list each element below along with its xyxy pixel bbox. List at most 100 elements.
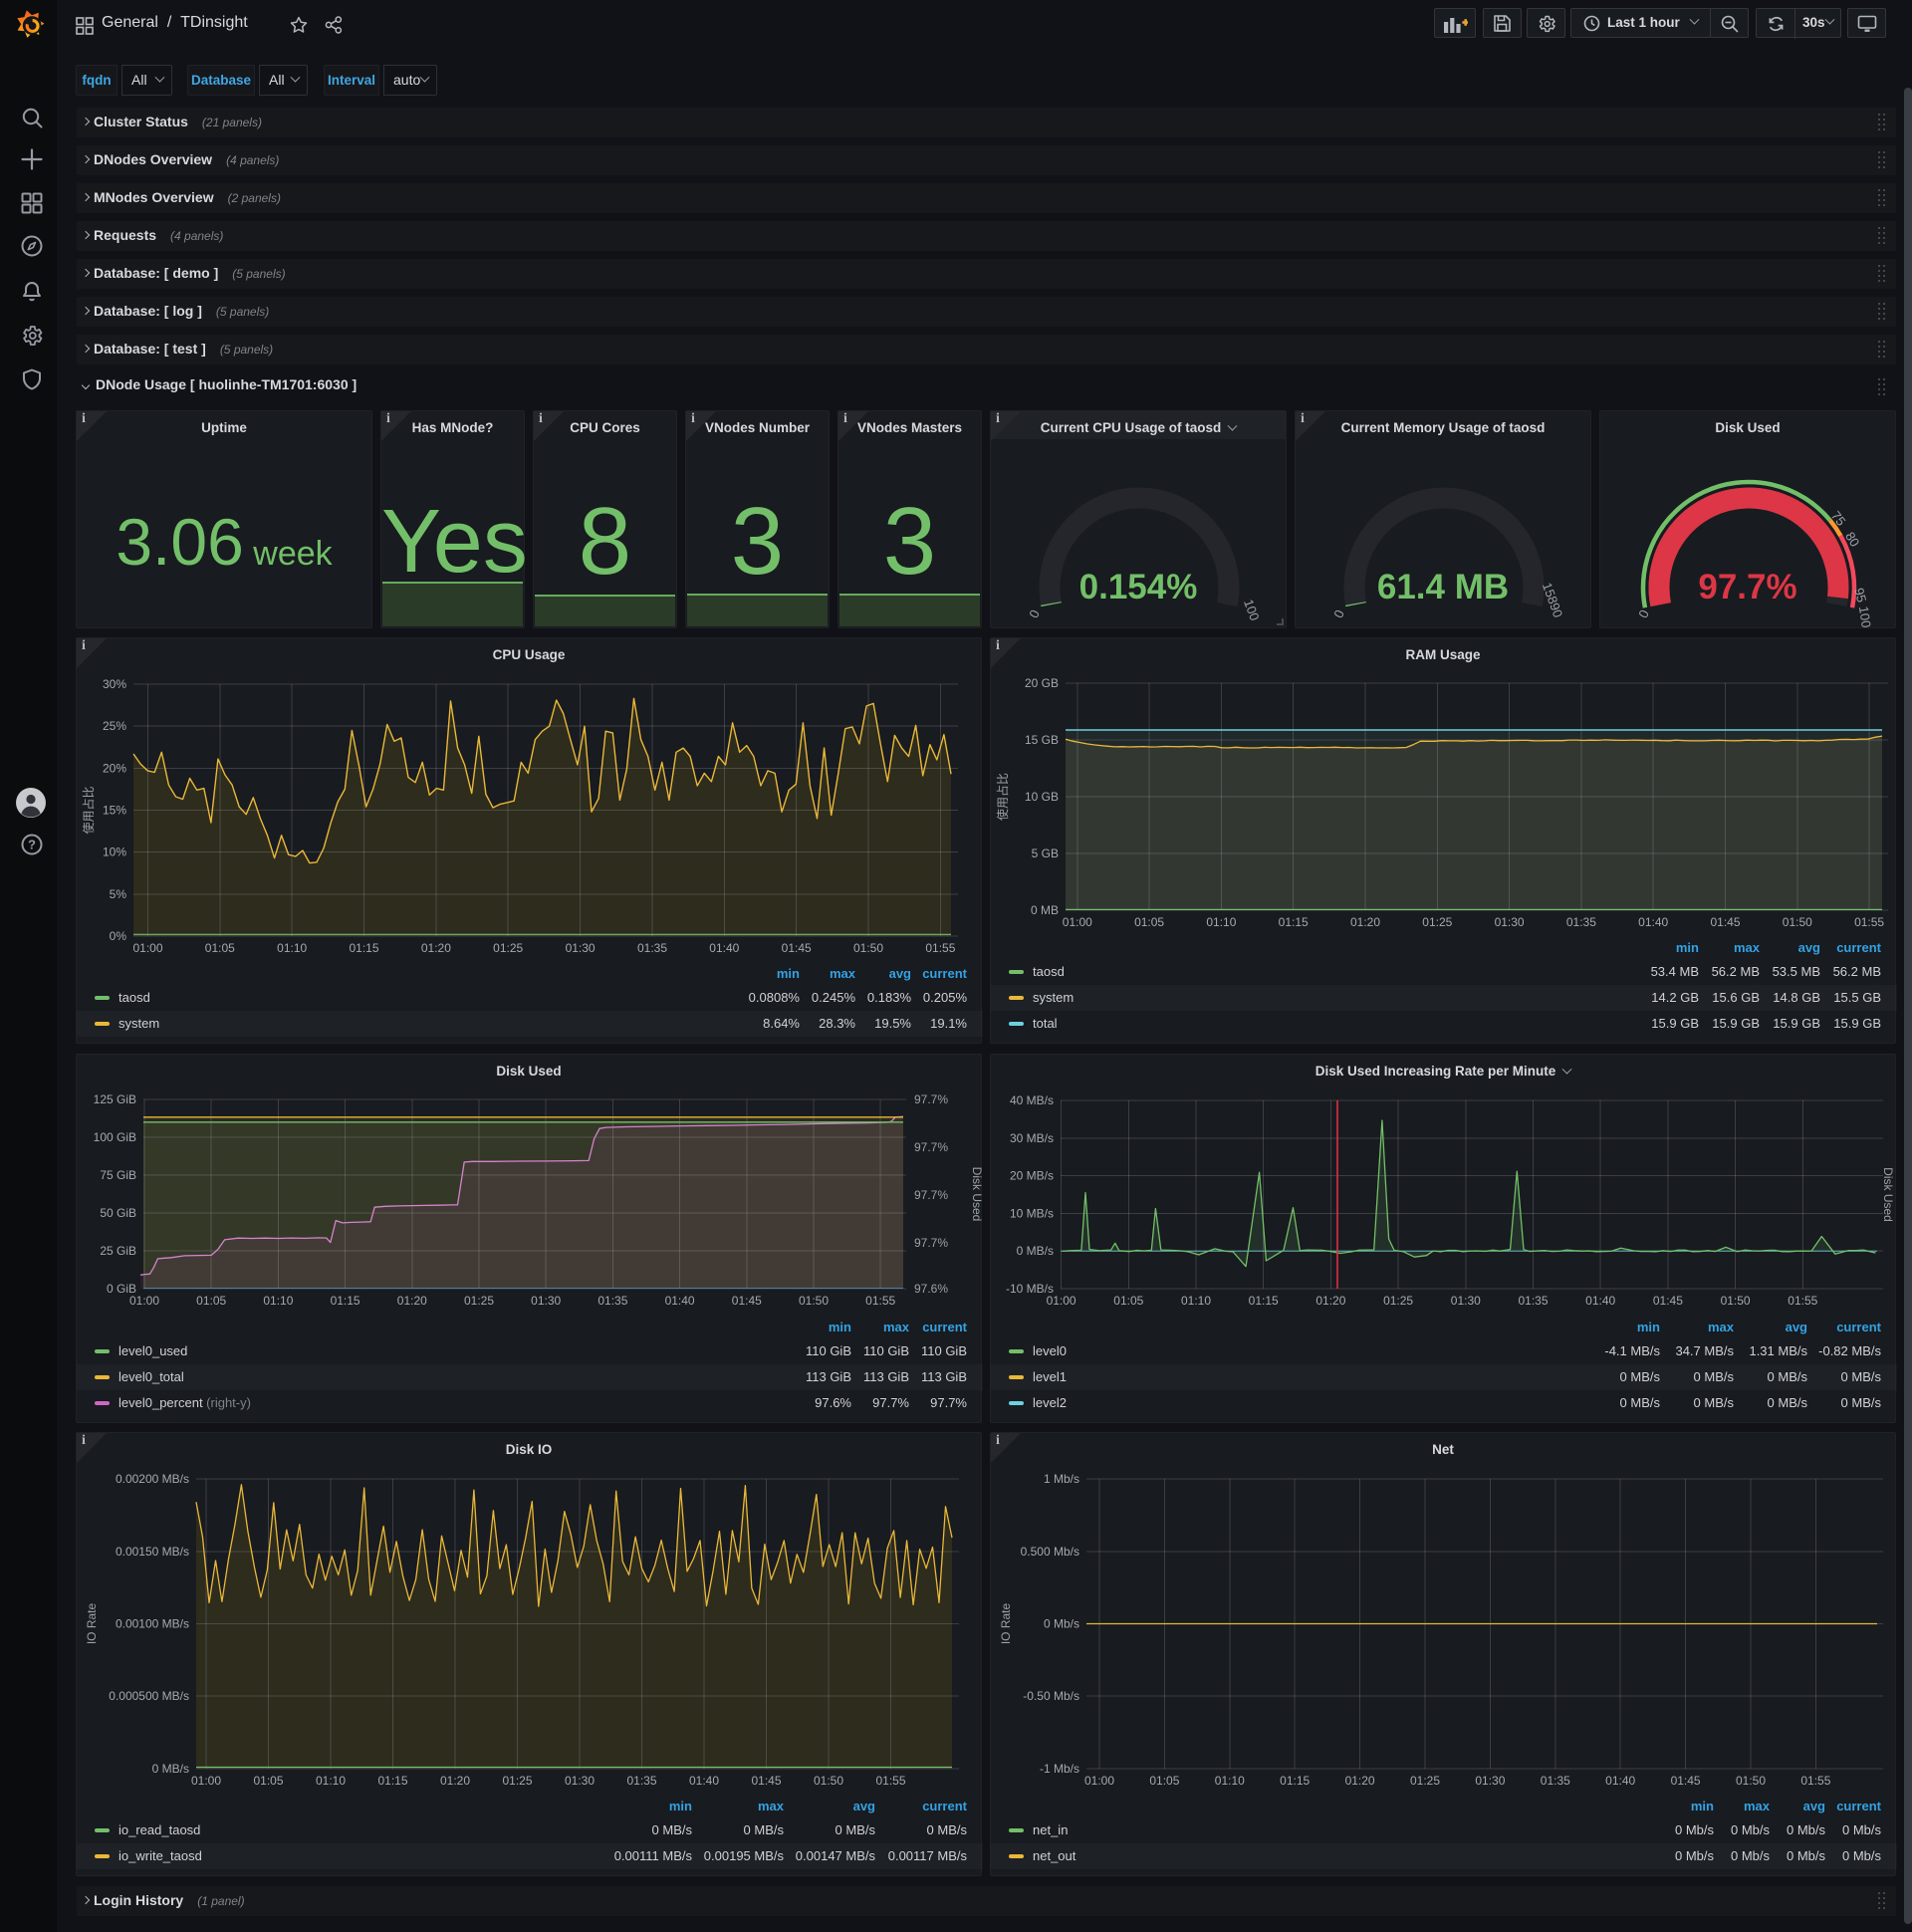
svg-text:97.7%: 97.7% — [914, 1092, 948, 1106]
svg-text:01:30: 01:30 — [565, 1774, 595, 1788]
svg-text:01:10: 01:10 — [316, 1774, 346, 1788]
svg-text:40 MB/s: 40 MB/s — [1010, 1093, 1054, 1107]
svg-text:50 GiB: 50 GiB — [100, 1206, 136, 1220]
svg-text:01:20: 01:20 — [440, 1774, 470, 1788]
svg-text:125 GiB: 125 GiB — [94, 1092, 136, 1106]
svg-text:0 MB/s: 0 MB/s — [1017, 1244, 1054, 1258]
svg-text:-10 MB/s: -10 MB/s — [1006, 1282, 1054, 1296]
svg-text:0.000500 MB/s: 0.000500 MB/s — [109, 1689, 189, 1703]
svg-text:01:50: 01:50 — [853, 941, 883, 955]
svg-text:01:40: 01:40 — [665, 1294, 695, 1308]
svg-text:01:00: 01:00 — [191, 1774, 221, 1788]
svg-text:01:25: 01:25 — [1422, 915, 1452, 929]
svg-text:01:25: 01:25 — [1410, 1774, 1440, 1788]
svg-text:01:05: 01:05 — [253, 1774, 283, 1788]
svg-text:0 MB/s: 0 MB/s — [152, 1762, 189, 1776]
svg-text:-0.50 Mb/s: -0.50 Mb/s — [1023, 1689, 1079, 1703]
svg-text:01:00: 01:00 — [1084, 1774, 1114, 1788]
svg-text:01:35: 01:35 — [1566, 915, 1596, 929]
svg-text:97.7%: 97.7% — [914, 1236, 948, 1250]
svg-text:97.6%: 97.6% — [914, 1282, 948, 1296]
svg-text:01:25: 01:25 — [1383, 1294, 1413, 1308]
svg-text:01:15: 01:15 — [349, 941, 378, 955]
svg-text:01:30: 01:30 — [1451, 1294, 1481, 1308]
svg-text:01:30: 01:30 — [531, 1294, 561, 1308]
svg-text:01:55: 01:55 — [925, 941, 955, 955]
svg-text:30 MB/s: 30 MB/s — [1010, 1131, 1054, 1145]
svg-text:75 GiB: 75 GiB — [100, 1168, 136, 1182]
svg-text:01:20: 01:20 — [421, 941, 451, 955]
svg-text:10 MB/s: 10 MB/s — [1010, 1206, 1054, 1220]
svg-text:0 Mb/s: 0 Mb/s — [1044, 1617, 1079, 1631]
svg-text:0 GiB: 0 GiB — [107, 1282, 136, 1296]
svg-text:01:45: 01:45 — [1653, 1294, 1683, 1308]
svg-text:10 GB: 10 GB — [1025, 790, 1059, 804]
svg-text:01:30: 01:30 — [1495, 915, 1525, 929]
svg-text:使用占比: 使用占比 — [81, 786, 96, 834]
svg-text:01:55: 01:55 — [1800, 1774, 1830, 1788]
svg-text:01:35: 01:35 — [598, 1294, 627, 1308]
svg-text:0.00200 MB/s: 0.00200 MB/s — [116, 1472, 189, 1486]
svg-text:01:45: 01:45 — [751, 1774, 781, 1788]
svg-text:97.7%: 97.7% — [914, 1140, 948, 1154]
svg-text:01:05: 01:05 — [196, 1294, 226, 1308]
svg-text:01:55: 01:55 — [1788, 1294, 1817, 1308]
svg-text:01:35: 01:35 — [1541, 1774, 1570, 1788]
svg-text:01:05: 01:05 — [1134, 915, 1164, 929]
svg-text:01:45: 01:45 — [732, 1294, 762, 1308]
svg-text:01:10: 01:10 — [263, 1294, 293, 1308]
svg-text:01:45: 01:45 — [1671, 1774, 1701, 1788]
svg-text:?: ? — [28, 838, 36, 852]
svg-text:01:50: 01:50 — [1783, 915, 1812, 929]
svg-text:01:00: 01:00 — [132, 941, 162, 955]
svg-text:20 MB/s: 20 MB/s — [1010, 1169, 1054, 1183]
svg-text:01:05: 01:05 — [1113, 1294, 1143, 1308]
svg-text:01:40: 01:40 — [689, 1774, 719, 1788]
svg-text:20%: 20% — [103, 761, 126, 775]
svg-text:01:10: 01:10 — [1181, 1294, 1211, 1308]
svg-text:01:00: 01:00 — [1047, 1294, 1076, 1308]
svg-text:5%: 5% — [110, 887, 127, 901]
svg-text:01:20: 01:20 — [1350, 915, 1380, 929]
svg-text:01:30: 01:30 — [566, 941, 596, 955]
svg-text:IO Rate: IO Rate — [999, 1603, 1013, 1645]
svg-text:01:00: 01:00 — [129, 1294, 159, 1308]
svg-text:100 GiB: 100 GiB — [94, 1130, 136, 1144]
svg-text:01:40: 01:40 — [1605, 1774, 1635, 1788]
svg-text:01:20: 01:20 — [1345, 1774, 1375, 1788]
svg-text:01:25: 01:25 — [464, 1294, 494, 1308]
svg-text:01:55: 01:55 — [865, 1294, 895, 1308]
svg-text:01:25: 01:25 — [493, 941, 523, 955]
svg-text:0.00100 MB/s: 0.00100 MB/s — [116, 1617, 189, 1631]
svg-text:01:20: 01:20 — [1315, 1294, 1345, 1308]
svg-text:01:40: 01:40 — [1585, 1294, 1615, 1308]
svg-text:5 GB: 5 GB — [1032, 846, 1059, 860]
svg-text:01:20: 01:20 — [397, 1294, 427, 1308]
svg-text:01:15: 01:15 — [1279, 915, 1309, 929]
svg-text:使用占比: 使用占比 — [995, 773, 1010, 821]
svg-text:25%: 25% — [103, 719, 126, 733]
svg-text:01:55: 01:55 — [875, 1774, 905, 1788]
svg-text:01:15: 01:15 — [1249, 1294, 1279, 1308]
svg-text:01:45: 01:45 — [782, 941, 812, 955]
svg-text:30%: 30% — [103, 677, 126, 691]
svg-text:01:40: 01:40 — [709, 941, 739, 955]
svg-text:0.500 Mb/s: 0.500 Mb/s — [1021, 1545, 1079, 1559]
svg-text:01:50: 01:50 — [1721, 1294, 1751, 1308]
svg-text:01:05: 01:05 — [205, 941, 235, 955]
svg-text:0.00150 MB/s: 0.00150 MB/s — [116, 1545, 189, 1559]
svg-text:01:50: 01:50 — [814, 1774, 843, 1788]
svg-text:01:35: 01:35 — [626, 1774, 656, 1788]
svg-text:01:35: 01:35 — [1518, 1294, 1548, 1308]
svg-text:01:05: 01:05 — [1149, 1774, 1179, 1788]
svg-text:01:15: 01:15 — [377, 1774, 407, 1788]
svg-text:01:40: 01:40 — [1638, 915, 1668, 929]
svg-text:01:50: 01:50 — [1736, 1774, 1766, 1788]
svg-text:1 Mb/s: 1 Mb/s — [1044, 1472, 1079, 1486]
svg-text:IO Rate: IO Rate — [85, 1603, 99, 1645]
svg-text:20 GB: 20 GB — [1025, 676, 1059, 690]
svg-text:01:10: 01:10 — [277, 941, 307, 955]
svg-text:25 GiB: 25 GiB — [100, 1244, 136, 1258]
svg-text:0 MB: 0 MB — [1031, 903, 1059, 917]
svg-text:01:15: 01:15 — [331, 1294, 360, 1308]
